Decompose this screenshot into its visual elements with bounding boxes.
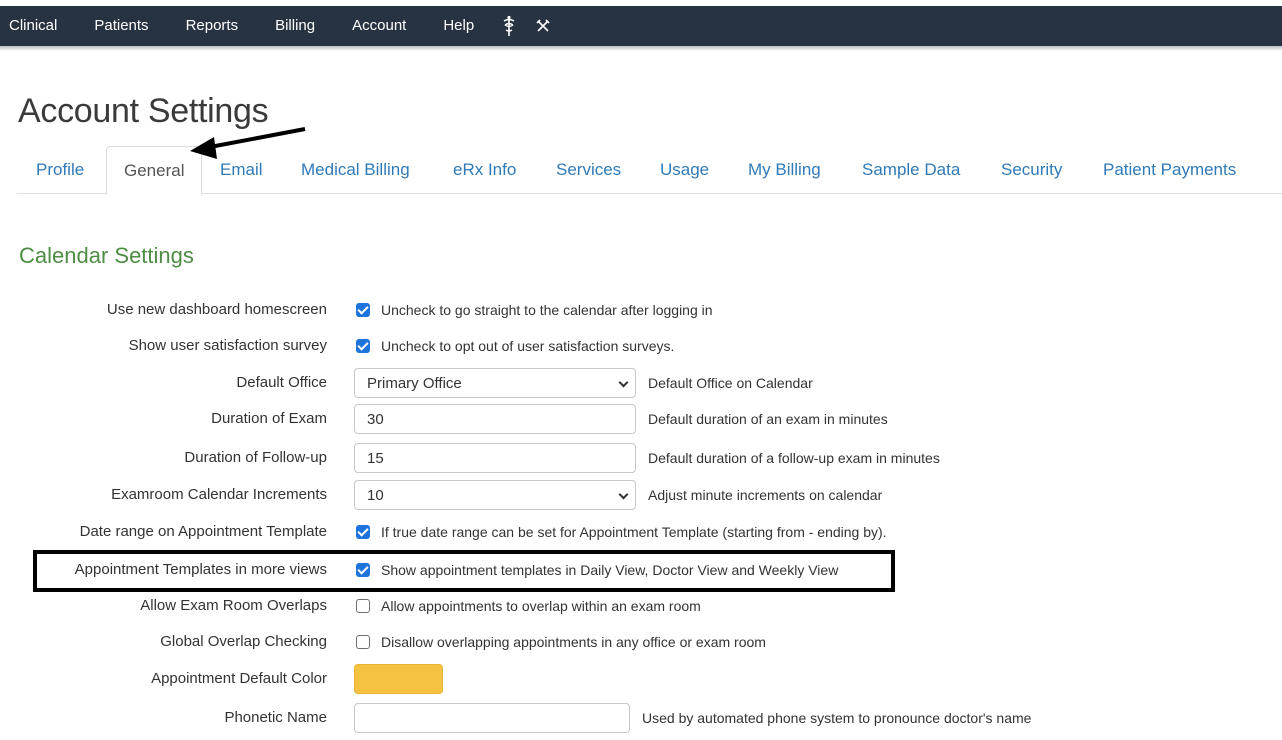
- overlaps-hint: Allow appointments to overlap within an …: [381, 598, 701, 614]
- row-date-range: Date range on Appointment Template If tr…: [0, 517, 1282, 547]
- row-dashboard: Use new dashboard homescreen Uncheck to …: [0, 295, 1282, 325]
- row-overlaps: Allow Exam Room Overlaps Allow appointme…: [0, 591, 1282, 621]
- exam-duration-hint: Default duration of an exam in minutes: [648, 411, 888, 427]
- phonetic-label: Phonetic Name: [224, 709, 327, 726]
- nav-help[interactable]: Help: [443, 6, 474, 46]
- caduceus-icon[interactable]: [502, 15, 516, 37]
- row-followup-duration: Duration of Follow-up 15 Default duratio…: [0, 443, 1282, 473]
- increments-select[interactable]: 10: [354, 480, 636, 510]
- dashboard-label: Use new dashboard homescreen: [106, 301, 327, 318]
- tab-erx-info[interactable]: eRx Info: [436, 146, 533, 194]
- dashboard-checkbox[interactable]: [356, 303, 370, 317]
- followup-duration-label: Duration of Follow-up: [184, 449, 327, 466]
- phonetic-input[interactable]: [354, 703, 630, 733]
- increments-value: 10: [367, 487, 384, 504]
- calendar-settings-heading: Calendar Settings: [19, 243, 194, 268]
- chevron-down-icon: [618, 377, 629, 388]
- survey-label: Show user satisfaction survey: [128, 337, 327, 354]
- templates-views-checkbox[interactable]: [356, 563, 370, 577]
- tab-security[interactable]: Security: [984, 146, 1079, 194]
- row-templates-views: Appointment Templates in more views Show…: [0, 555, 1282, 585]
- phonetic-hint: Used by automated phone system to pronou…: [642, 710, 1032, 726]
- row-default-office: Default Office Primary Office Default Of…: [0, 368, 1282, 398]
- tab-usage[interactable]: Usage: [643, 146, 726, 194]
- survey-hint: Uncheck to opt out of user satisfaction …: [381, 338, 675, 354]
- row-phonetic: Phonetic Name Used by automated phone sy…: [0, 703, 1282, 733]
- tools-icon[interactable]: [536, 19, 550, 33]
- followup-duration-input[interactable]: 15: [354, 443, 636, 473]
- dashboard-hint: Uncheck to go straight to the calendar a…: [381, 302, 713, 318]
- annotation-arrow-icon: [190, 127, 306, 159]
- date-range-label: Date range on Appointment Template: [79, 523, 327, 540]
- row-survey: Show user satisfaction survey Uncheck to…: [0, 331, 1282, 361]
- overlaps-label: Allow Exam Room Overlaps: [140, 597, 327, 614]
- default-office-select[interactable]: Primary Office: [354, 368, 636, 398]
- exam-duration-input[interactable]: 30: [354, 404, 636, 434]
- default-office-hint: Default Office on Calendar: [648, 375, 813, 391]
- default-color-label: Appointment Default Color: [151, 670, 327, 687]
- exam-duration-label: Duration of Exam: [211, 410, 327, 427]
- default-office-value: Primary Office: [367, 375, 462, 392]
- date-range-hint: If true date range can be set for Appoin…: [381, 524, 887, 540]
- tab-services[interactable]: Services: [539, 146, 638, 194]
- global-overlap-checkbox[interactable]: [356, 635, 370, 649]
- templates-views-hint: Show appointment templates in Daily View…: [381, 562, 839, 578]
- row-default-color: Appointment Default Color: [0, 664, 1282, 694]
- increments-hint: Adjust minute increments on calendar: [648, 487, 883, 503]
- tab-patient-payments[interactable]: Patient Payments: [1086, 146, 1253, 194]
- tab-my-billing[interactable]: My Billing: [731, 146, 838, 194]
- overlaps-checkbox[interactable]: [356, 599, 370, 613]
- global-overlap-label: Global Overlap Checking: [160, 633, 327, 650]
- date-range-checkbox[interactable]: [356, 525, 370, 539]
- global-overlap-hint: Disallow overlapping appointments in any…: [381, 634, 766, 650]
- nav-account[interactable]: Account: [352, 6, 406, 46]
- followup-duration-hint: Default duration of a follow-up exam in …: [648, 450, 940, 466]
- tab-sample-data[interactable]: Sample Data: [845, 146, 977, 194]
- templates-views-label: Appointment Templates in more views: [74, 561, 327, 578]
- survey-checkbox[interactable]: [356, 339, 370, 353]
- row-global-overlap: Global Overlap Checking Disallow overlap…: [0, 627, 1282, 657]
- default-office-label: Default Office: [236, 374, 327, 391]
- row-exam-duration: Duration of Exam 30 Default duration of …: [0, 404, 1282, 434]
- default-color-swatch[interactable]: [354, 664, 443, 694]
- increments-label: Examroom Calendar Increments: [111, 486, 327, 503]
- row-increments: Examroom Calendar Increments 10 Adjust m…: [0, 480, 1282, 510]
- chevron-down-icon: [618, 489, 629, 500]
